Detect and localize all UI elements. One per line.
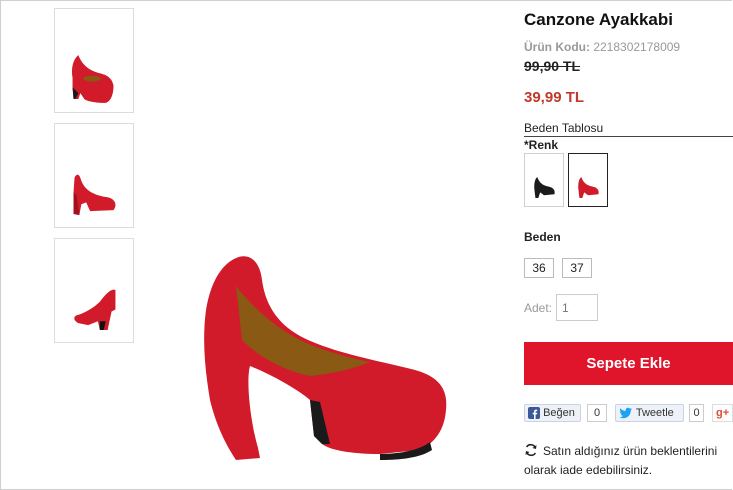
twitter-icon (619, 407, 632, 419)
return-policy-line1-text: Satın aldığınız ürün beklentilerini (543, 444, 718, 458)
facebook-like-label: Beğen (543, 407, 575, 419)
shoe-thumbnail-icon (74, 289, 116, 330)
color-label: *Renk (524, 138, 559, 152)
shoe-thumbnail-icon (73, 174, 116, 215)
return-policy-text: Satın aldığınız ürün beklentilerini olar… (524, 442, 733, 480)
black-shoe-icon (534, 177, 555, 199)
current-price: 39,99 TL (524, 89, 585, 106)
thumbnail-back[interactable] (54, 238, 134, 343)
refresh-icon (525, 443, 537, 457)
return-policy-line2: olarak iade edebilirsiniz. (524, 463, 653, 477)
product-code: Ürün Kodu: 2218302178009 (524, 40, 680, 54)
product-code-label: Ürün Kodu: (524, 40, 590, 54)
thumbnail-side[interactable] (54, 123, 134, 228)
facebook-icon (528, 407, 540, 419)
size-option-37[interactable]: 37 (562, 258, 592, 278)
size-label: Beden (524, 230, 561, 244)
facebook-count: 0 (587, 404, 607, 422)
product-title: Canzone Ayakkabi (524, 10, 673, 29)
product-main-image[interactable] (150, 40, 510, 470)
old-price: 99,90 TL (524, 58, 581, 74)
google-plus-button[interactable]: g+ (712, 404, 733, 422)
size-option-36[interactable]: 36 (524, 258, 554, 278)
shoe-thumbnail-icon (72, 55, 114, 103)
size-table-link[interactable]: Beden Tablosu (524, 121, 733, 137)
add-to-cart-button[interactable]: Sepete Ekle (524, 342, 733, 385)
quantity-label: Adet: (524, 301, 553, 315)
color-swatch-red[interactable] (568, 153, 608, 207)
facebook-like-button[interactable]: Beğen (524, 404, 581, 422)
thumbnail-front[interactable] (54, 8, 134, 113)
color-swatch-black[interactable] (524, 153, 564, 207)
tweet-label: Tweetle (635, 407, 674, 419)
quantity-input[interactable] (556, 294, 598, 321)
product-code-value: 2218302178009 (593, 40, 681, 54)
twitter-count: 0 (689, 404, 704, 422)
tweet-button[interactable]: Tweetle (615, 404, 684, 422)
red-shoe-icon (578, 177, 599, 199)
return-policy-line1: Satın aldığınız ürün beklentilerini (524, 442, 733, 461)
